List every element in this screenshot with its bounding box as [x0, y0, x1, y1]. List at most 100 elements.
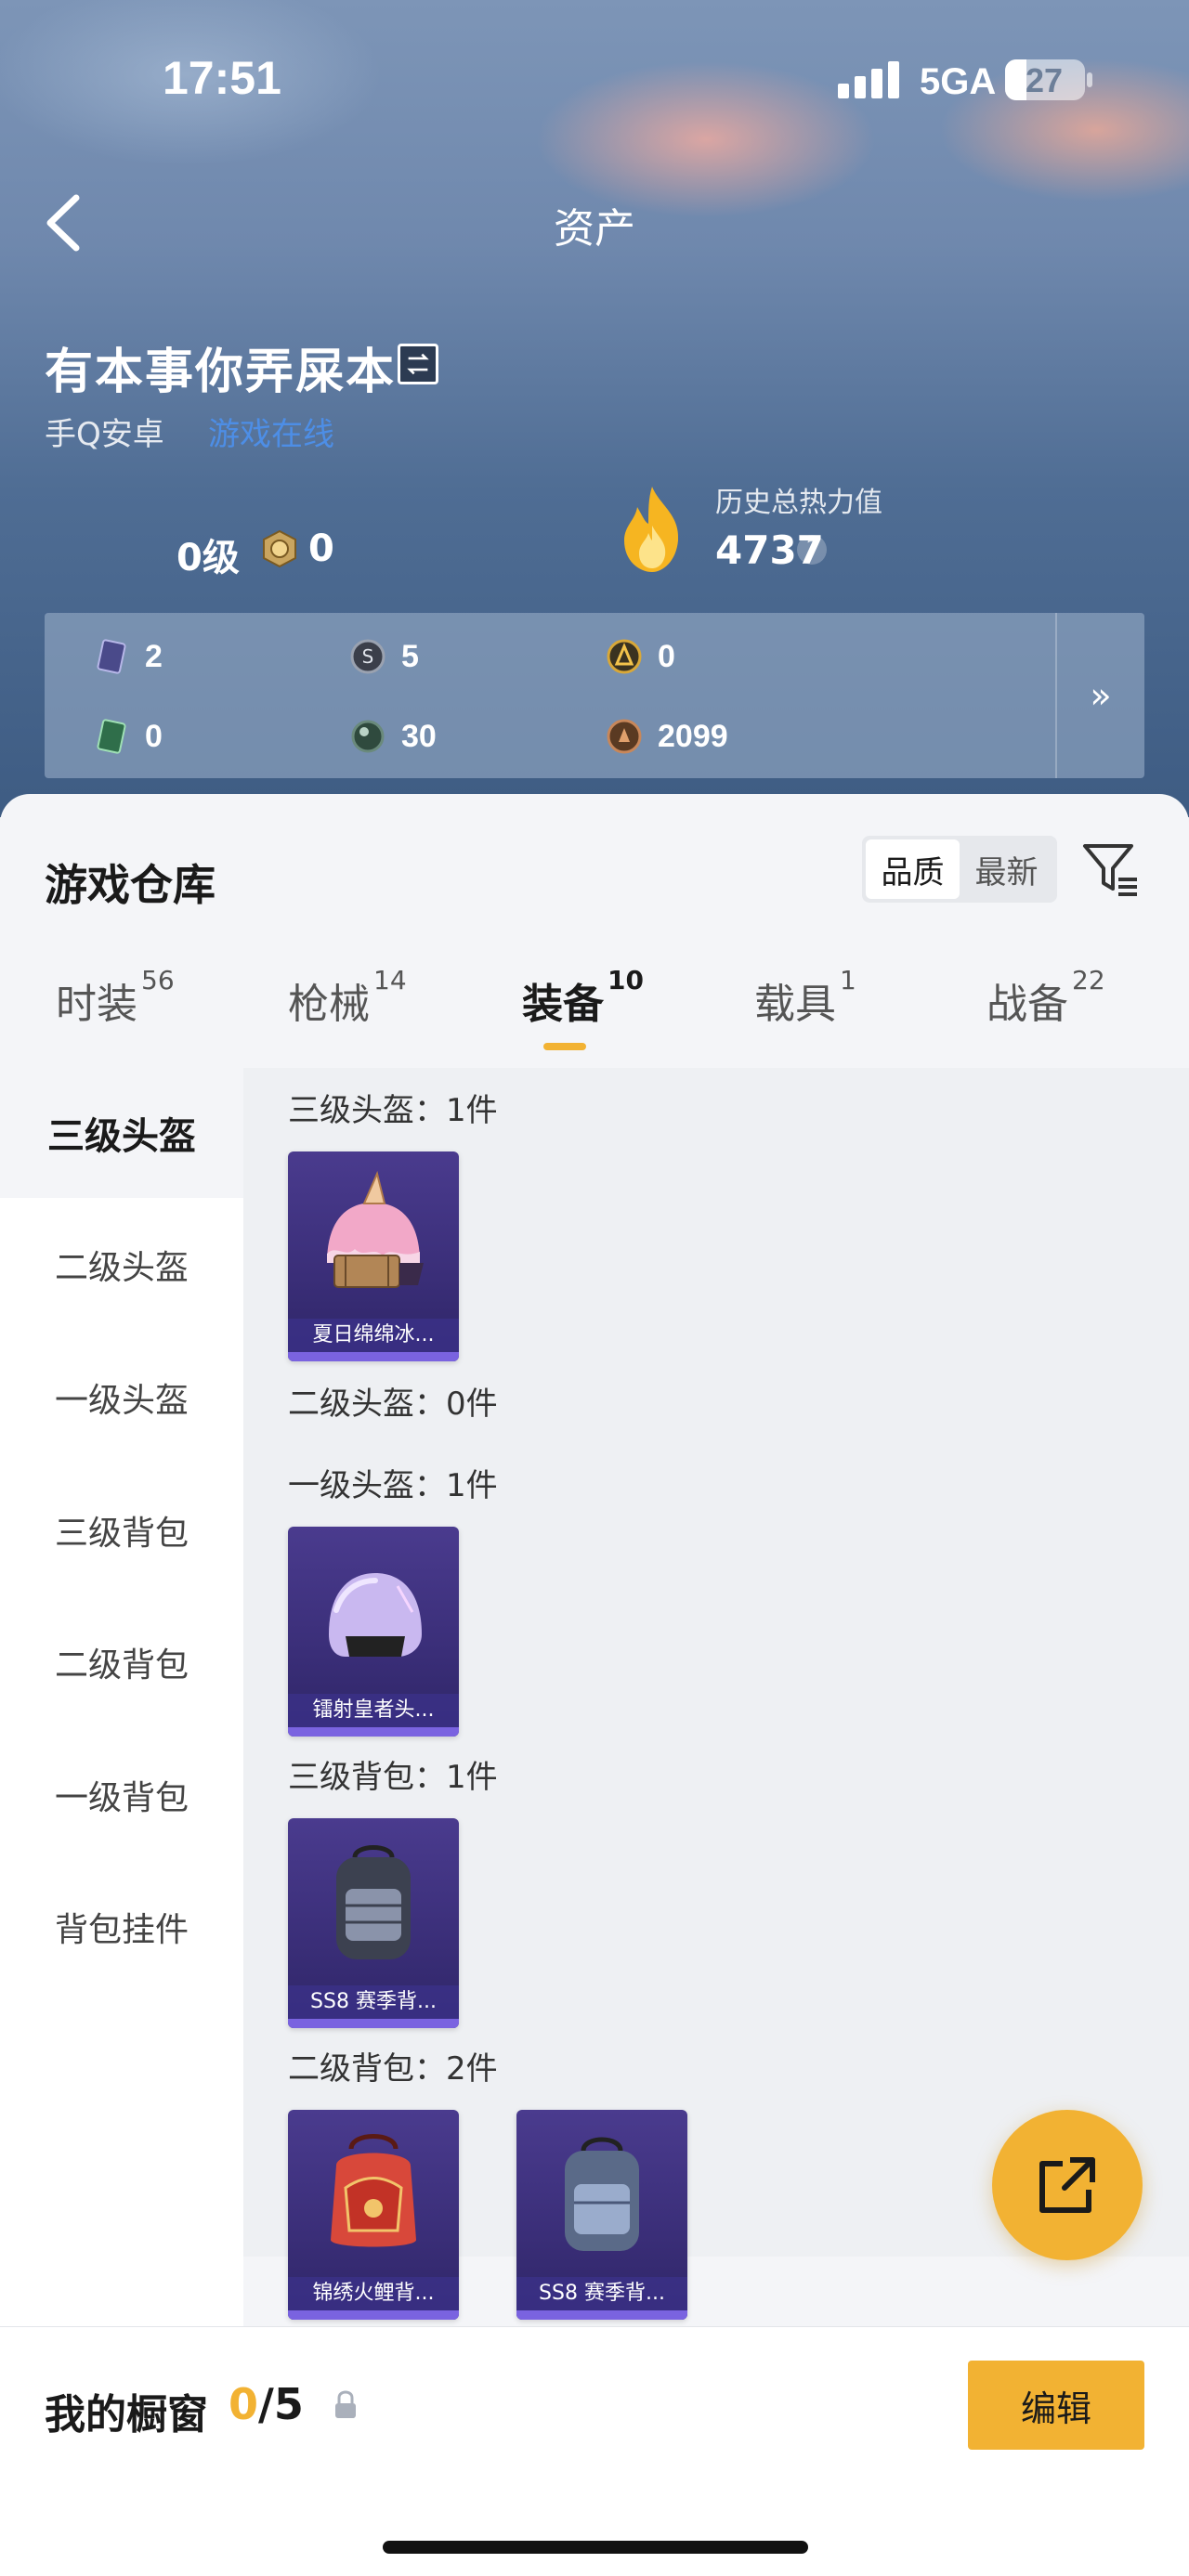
currency-item: 30: [349, 713, 437, 760]
tab-vehicles[interactable]: 载具1: [754, 965, 856, 1030]
helmet-image: [329, 1573, 422, 1657]
section-title: 三级头盔：1件: [288, 1092, 498, 1129]
tab-count: 56: [141, 965, 175, 995]
item-card[interactable]: SS8 赛季背...: [516, 2110, 687, 2320]
player-level: 0级: [176, 537, 240, 579]
showcase-label: 我的橱窗: [45, 2391, 208, 2439]
cellular-signal-icon: [838, 61, 899, 98]
gem-icon: [351, 720, 385, 753]
currency-value: 2099: [658, 718, 728, 754]
currency-value: 30: [401, 718, 437, 754]
subcategory-sidebar: 三级头盔 二级头盔 一级头盔 三级背包 二级背包 一级背包 背包挂件: [0, 1068, 243, 2507]
tab-fashion[interactable]: 时装56: [56, 965, 175, 1030]
rarity-stripe: [288, 2019, 459, 2028]
rarity-stripe: [288, 1352, 459, 1361]
currency-value: 2: [145, 638, 163, 674]
lock-icon: [335, 2390, 356, 2418]
tab-label: 战备: [986, 981, 1068, 1028]
currency-item: 0: [93, 713, 163, 760]
helmet-image: [327, 1170, 424, 1288]
warehouse-panel: 游戏仓库 品质 最新 时装56 枪械14 装备10 载具1 战备22 三级头盔 …: [0, 794, 1189, 2576]
item-card[interactable]: 夏日绵绵冰...: [288, 1151, 459, 1361]
page-title: 资产: [554, 205, 635, 253]
rarity-stripe: [288, 2310, 459, 2320]
currency-value: 5: [401, 638, 419, 674]
showcase-total: /5: [258, 2379, 304, 2429]
section-title: 二级背包：2件: [288, 2050, 498, 2088]
network-type: 5GA: [920, 61, 997, 102]
tab-weapons[interactable]: 枪械14: [288, 965, 407, 1030]
back-button[interactable]: [37, 190, 93, 255]
tab-supplies[interactable]: 战备22: [986, 965, 1105, 1030]
rarity-stripe: [516, 2310, 687, 2320]
item-name: 镭射皇者头...: [288, 1694, 459, 1727]
share-icon: [1039, 2157, 1095, 2213]
sidebar-item-level3-helmet[interactable]: 三级头盔: [0, 1068, 243, 1198]
more-currencies-button[interactable]: »: [1055, 613, 1144, 778]
showcase-count: 0/5: [229, 2379, 304, 2429]
currency-value: 0: [658, 638, 675, 674]
help-icon[interactable]: ?: [797, 535, 827, 565]
share-button[interactable]: [992, 2110, 1143, 2260]
tab-label: 载具: [754, 981, 836, 1028]
currency-panel: 2 S 5 0 0 30 2099 »: [45, 613, 1144, 778]
switch-account-icon[interactable]: [398, 344, 438, 384]
battery-icon: 27: [1005, 59, 1085, 100]
player-name: 有本事你弄屎本: [45, 345, 397, 400]
home-indicator: [383, 2541, 808, 2554]
item-name: 锦绣火鲤背...: [288, 2277, 459, 2310]
tab-label: 时装: [56, 981, 137, 1028]
status-bar: 17:51 5GA 27: [0, 0, 1189, 158]
tab-count: 14: [373, 965, 407, 995]
showcase-bar: 我的橱窗 0/5 编辑: [0, 2326, 1189, 2576]
tab-count: 22: [1072, 965, 1105, 995]
svg-text:S: S: [362, 645, 374, 668]
item-name: 夏日绵绵冰...: [288, 1319, 459, 1352]
sort-newest-option[interactable]: 最新: [960, 839, 1053, 899]
sidebar-item-level3-backpack[interactable]: 三级背包: [0, 1465, 243, 1595]
rank-badge-icon: [263, 529, 296, 568]
green-card-icon: [97, 719, 126, 754]
item-card[interactable]: 镭射皇者头...: [288, 1527, 459, 1737]
backpack-image: [565, 2137, 639, 2251]
edit-button[interactable]: 编辑: [968, 2361, 1144, 2450]
coin-s-icon: S: [350, 639, 385, 674]
platform-label: 手Q安卓: [45, 416, 164, 453]
sidebar-item-level1-helmet[interactable]: 一级头盔: [0, 1333, 243, 1463]
item-card[interactable]: 锦绣火鲤背...: [288, 2110, 459, 2320]
currency-item: S 5: [349, 633, 419, 680]
active-tab-indicator: [543, 1043, 586, 1050]
flame-icon: [624, 487, 679, 572]
currency-value: 0: [145, 718, 163, 754]
currency-item: 2: [93, 633, 163, 680]
chevron-left-icon: [46, 194, 80, 252]
backpack-image: [331, 2134, 416, 2247]
sidebar-item-level2-helmet[interactable]: 二级头盔: [0, 1200, 243, 1330]
card-icon: [97, 639, 126, 674]
currency-item: 0: [606, 633, 675, 680]
section-title: 一级头盔：1件: [288, 1467, 498, 1504]
section-title: 三级背包：1件: [288, 1759, 498, 1796]
tab-label: 枪械: [288, 981, 370, 1028]
tab-count: 10: [608, 965, 644, 995]
battery-level: 27: [1026, 61, 1064, 99]
category-tabs: 时装56 枪械14 装备10 载具1 战备22: [0, 965, 1189, 1063]
currency-item: 2099: [606, 713, 728, 760]
sidebar-item-level2-backpack[interactable]: 二级背包: [0, 1597, 243, 1727]
item-card[interactable]: SS8 赛季背...: [288, 1818, 459, 2028]
tab-equipment[interactable]: 装备10: [522, 965, 644, 1030]
backpack-image: [336, 1845, 411, 1959]
gold-coin-icon: [607, 639, 642, 674]
rank-badge-value: 0: [308, 527, 334, 570]
status-time: 17:51: [163, 52, 281, 104]
rarity-stripe: [288, 1727, 459, 1737]
bronze-coin-icon: [607, 719, 642, 754]
battery-tip: [1087, 72, 1092, 87]
sort-quality-option[interactable]: 品质: [866, 839, 960, 899]
filter-icon[interactable]: [1079, 837, 1143, 900]
sidebar-item-level1-backpack[interactable]: 一级背包: [0, 1730, 243, 1860]
heat-label: 历史总热力值: [715, 487, 882, 519]
item-name: SS8 赛季背...: [288, 1985, 459, 2019]
sidebar-item-backpack-charm[interactable]: 背包挂件: [0, 1862, 243, 1992]
warehouse-title: 游戏仓库: [45, 860, 216, 910]
